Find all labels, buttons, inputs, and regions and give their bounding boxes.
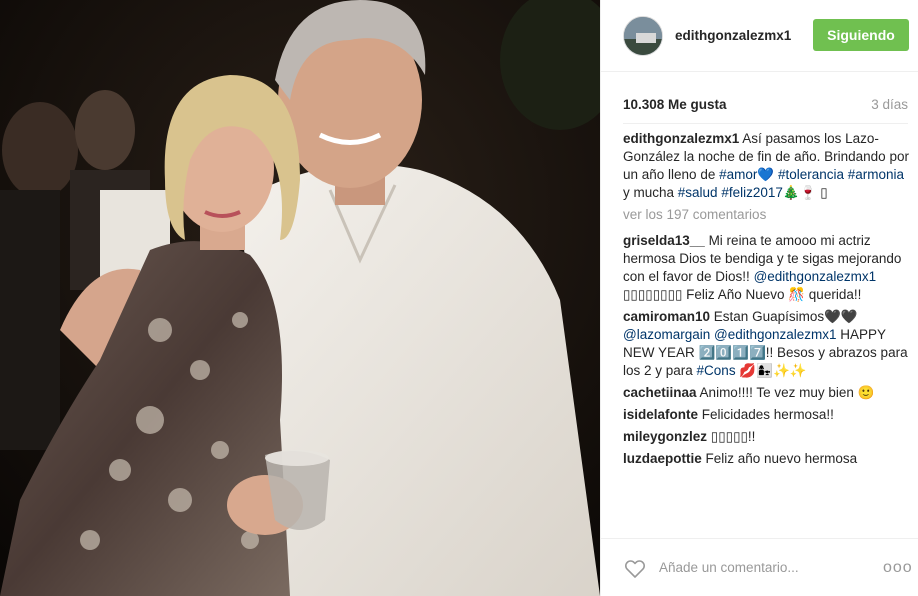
following-button[interactable]: Siguiendo <box>813 19 909 51</box>
comment-username[interactable]: luzdaepottie <box>623 451 702 466</box>
comment-username[interactable]: cachetiinaa <box>623 385 697 400</box>
comment-item: cachetiinaa Animo!!!! Te vez muy bien 🙂 <box>623 384 910 402</box>
avatar-image <box>624 16 662 55</box>
comment-username[interactable]: griselda13__ <box>623 233 705 248</box>
hashtag-armonia[interactable]: #armonia <box>848 167 904 182</box>
comment-item: mileygonzlez ▯▯▯▯▯!! <box>623 428 910 446</box>
post-username[interactable]: edithgonzalezmx1 <box>675 28 791 43</box>
hashtag-tolerancia[interactable]: #tolerancia <box>778 167 844 182</box>
mention-link[interactable]: @lazomargain <box>623 327 710 342</box>
more-options-icon[interactable]: ooo <box>883 559 912 577</box>
avatar[interactable] <box>623 15 663 56</box>
comment-item: luzdaepottie Feliz año nuevo hermosa <box>623 450 910 468</box>
post-side-panel: edithgonzalezmx1 Siguiendo 10.308 Me gus… <box>600 0 918 596</box>
comment-text: Felicidades hermosa!! <box>698 407 834 422</box>
comment-item: griselda13__ Mi reina te amooo mi actriz… <box>623 232 910 304</box>
likes-row: 10.308 Me gusta 3 días <box>623 94 908 114</box>
post-header: edithgonzalezmx1 Siguiendo <box>601 0 918 72</box>
comment-text: ▯▯▯▯▯▯▯▯ Feliz Año Nuevo 🎊 querida!! <box>623 287 862 302</box>
hashtag-feliz2017[interactable]: #feliz2017 <box>721 185 783 200</box>
comment-text: ▯▯▯▯▯!! <box>707 429 756 444</box>
post-photo[interactable] <box>0 0 600 596</box>
divider <box>623 123 908 124</box>
comment-username[interactable]: camiroman10 <box>623 309 710 324</box>
post-time[interactable]: 3 días <box>871 97 908 112</box>
hashtag-salud[interactable]: #salud <box>678 185 718 200</box>
hashtag-link[interactable]: #Cons <box>697 363 736 378</box>
post-modal: edithgonzalezmx1 Siguiendo 10.308 Me gus… <box>0 0 918 596</box>
caption: edithgonzalezmx1 Así pasamos los Lazo-Go… <box>623 130 910 202</box>
likes-count[interactable]: 10.308 Me gusta <box>623 97 727 112</box>
comment-text: Estan Guapísimos🖤🖤 <box>710 309 858 324</box>
caption-text-2: y mucha <box>623 185 678 200</box>
comments-list[interactable]: edithgonzalezmx1 Así pasamos los Lazo-Go… <box>623 130 910 528</box>
blue-heart-emoji: 💙 <box>757 167 775 182</box>
comment-text: Feliz año nuevo hermosa <box>701 451 858 466</box>
add-comment-input[interactable]: Añade un comentario... <box>659 560 883 575</box>
comment-item: camiroman10 Estan Guapísimos🖤🖤@lazomarga… <box>623 308 910 380</box>
view-all-comments-link[interactable]: ver los 197 comentarios <box>623 206 910 224</box>
comment-bar: Añade un comentario... ooo <box>601 538 918 596</box>
comment-item: isidelafonte Felicidades hermosa!! <box>623 406 910 424</box>
caption-emojis: 🎄🍷 ▯ <box>782 185 828 200</box>
comment-username[interactable]: mileygonzlez <box>623 429 707 444</box>
comment-text: 💋👩‍👧✨✨ <box>735 363 807 378</box>
caption-username[interactable]: edithgonzalezmx1 <box>623 131 739 146</box>
comment-username[interactable]: isidelafonte <box>623 407 698 422</box>
mention-link[interactable]: @edithgonzalezmx1 <box>754 269 877 284</box>
mention-link[interactable]: @edithgonzalezmx1 <box>714 327 837 342</box>
comment-text: Animo!!!! Te vez muy bien 🙂 <box>696 385 875 400</box>
heart-outline-icon[interactable] <box>623 556 647 580</box>
photo-illustration <box>0 0 600 596</box>
hashtag-amor[interactable]: #amor <box>719 167 757 182</box>
